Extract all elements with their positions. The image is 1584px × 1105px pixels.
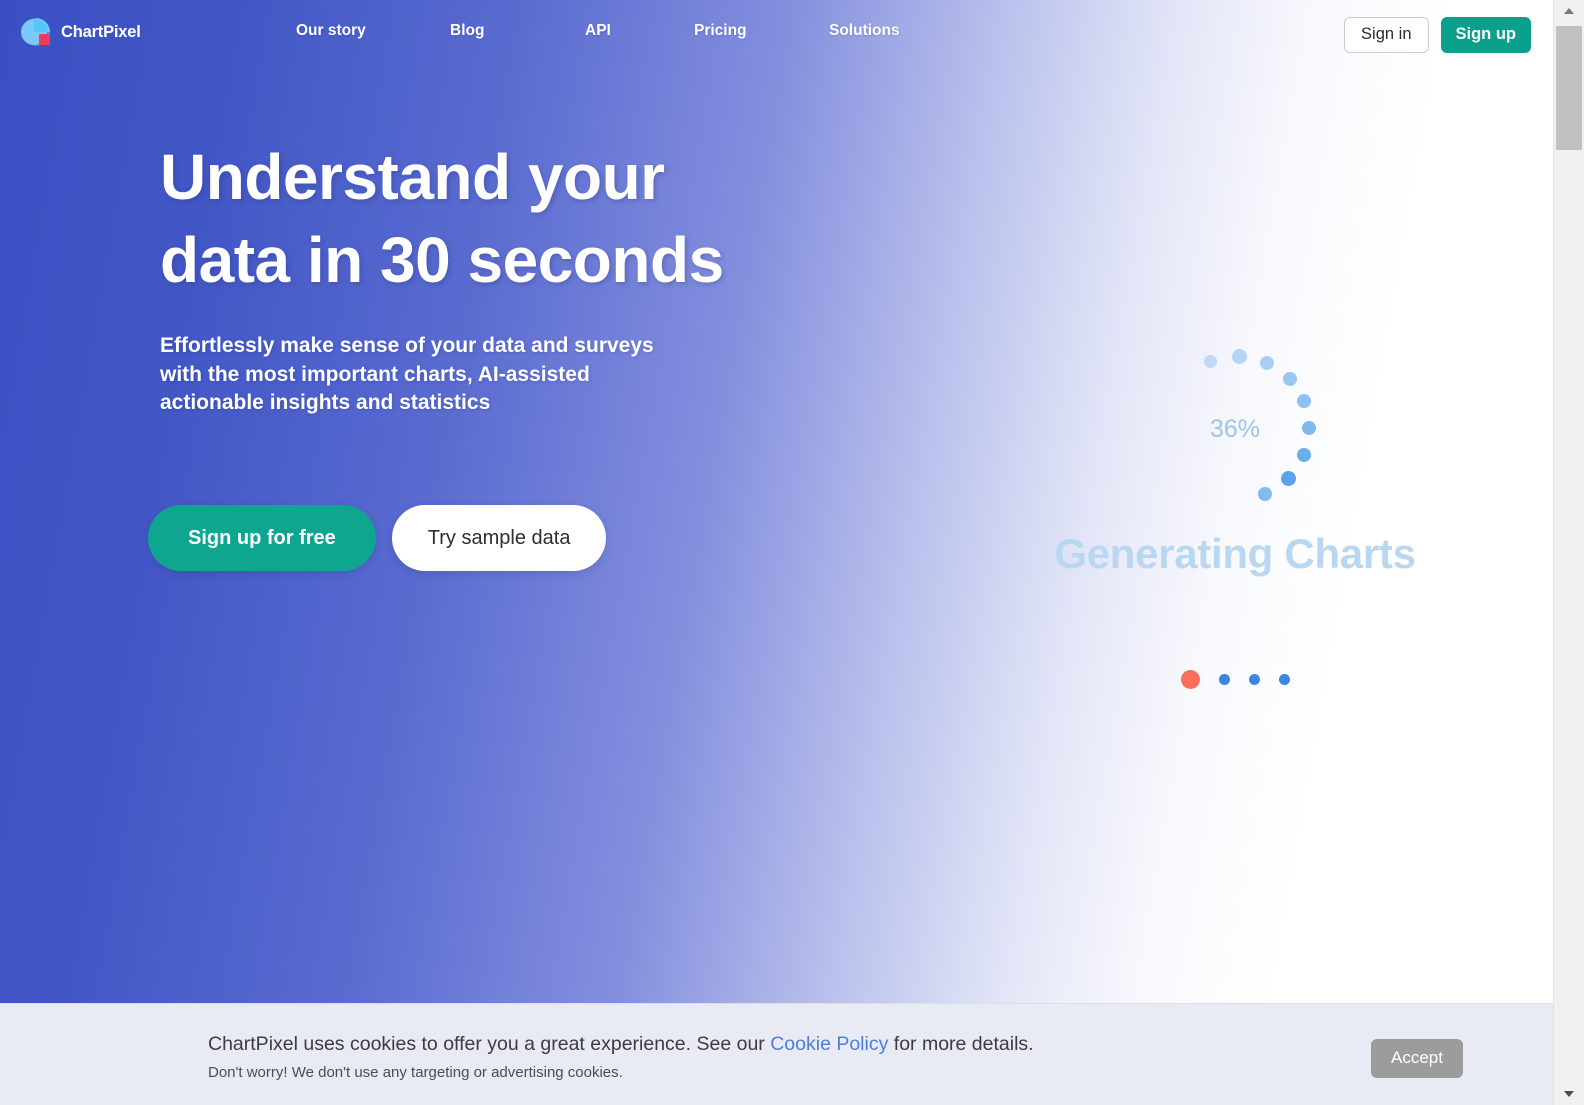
page-title: Understand your data in 30 seconds [160, 136, 880, 302]
carousel-dots [1000, 670, 1470, 689]
subhead-line-3: actionable insights and statistics [160, 391, 491, 415]
sign-up-for-free-button[interactable]: Sign up for free [148, 505, 376, 571]
nav-item-solutions[interactable]: Solutions [829, 22, 929, 40]
spinner-dot-9 [1258, 487, 1273, 502]
cookie-policy-link[interactable]: Cookie Policy [770, 1033, 888, 1055]
cookie-consent-banner: ChartPixel uses cookies to offer you a g… [0, 1003, 1553, 1105]
carousel-dot-2[interactable] [1218, 674, 1230, 685]
main-navigation: Our story Blog API Pricing Solutions [296, 22, 929, 40]
cookie-message-before: ChartPixel uses cookies to offer you a g… [208, 1033, 771, 1055]
nav-item-blog[interactable]: Blog [450, 22, 585, 40]
nav-item-our-story[interactable]: Our story [296, 22, 450, 40]
sign-in-button[interactable]: Sign in [1344, 17, 1429, 53]
spinner-dot-4 [1282, 371, 1297, 386]
headline-line-2: data in 30 seconds [160, 224, 724, 297]
brand-logo-link[interactable]: ChartPixel [20, 16, 141, 48]
site-header: ChartPixel Our story Blog API Pricing So… [0, 0, 1553, 68]
cookie-message: ChartPixel uses cookies to offer you a g… [208, 1032, 1308, 1057]
spinner-dot-7 [1296, 447, 1311, 462]
hero-cta-row: Sign up for free Try sample data [148, 505, 607, 571]
cookie-subtext: Don't worry! We don't use any targeting … [208, 1064, 623, 1082]
generating-status-text: Generating Charts [1054, 530, 1416, 577]
cookie-banner-text: ChartPixel uses cookies to offer you a g… [208, 1032, 1308, 1083]
sign-up-button[interactable]: Sign up [1440, 17, 1531, 53]
carousel-dot-1[interactable] [1180, 670, 1200, 689]
auth-buttons: Sign in Sign up [1344, 17, 1531, 53]
pie-chart-logo-icon [20, 16, 52, 48]
progress-percent-label: 36% [1209, 415, 1261, 443]
brand-name: ChartPixel [61, 22, 141, 41]
scrollbar-thumb[interactable] [1556, 26, 1582, 150]
scroll-up-arrow-icon[interactable] [1554, 0, 1584, 22]
loading-visual: 36% Generating Charts [1000, 330, 1500, 730]
spinner-dot-1 [1203, 354, 1217, 368]
carousel-dot-3[interactable] [1248, 674, 1260, 685]
hero-copy: Understand your data in 30 seconds Effor… [160, 136, 880, 418]
subhead-line-1: Effortlessly make sense of your data and… [160, 334, 654, 358]
browser-viewport: ChartPixel Our story Blog API Pricing So… [0, 0, 1584, 1105]
scroll-down-arrow-icon[interactable] [1554, 1083, 1584, 1105]
subhead-line-2: with the most important charts, AI-assis… [160, 362, 590, 386]
page-content: ChartPixel Our story Blog API Pricing So… [0, 0, 1553, 1105]
nav-item-pricing[interactable]: Pricing [694, 22, 829, 40]
try-sample-data-button[interactable]: Try sample data [391, 505, 607, 571]
accept-cookies-button[interactable]: Accept [1371, 1039, 1463, 1078]
spinner-dot-6 [1302, 421, 1316, 435]
headline-line-1: Understand your [160, 141, 665, 213]
spinner-dot-8 [1281, 470, 1297, 486]
spinner-dot-3 [1260, 355, 1275, 370]
hero-subtitle: Effortlessly make sense of your data and… [160, 332, 880, 418]
carousel-dot-4[interactable] [1278, 674, 1290, 685]
scroll-up-glyph [1564, 8, 1574, 14]
scroll-down-glyph [1564, 1091, 1574, 1097]
cookie-message-after: for more details. [888, 1033, 1034, 1055]
vertical-scrollbar[interactable] [1553, 0, 1584, 1105]
nav-item-api[interactable]: API [585, 22, 694, 40]
spinner-dot-5 [1296, 394, 1311, 409]
spinner-dot-2 [1232, 348, 1247, 364]
